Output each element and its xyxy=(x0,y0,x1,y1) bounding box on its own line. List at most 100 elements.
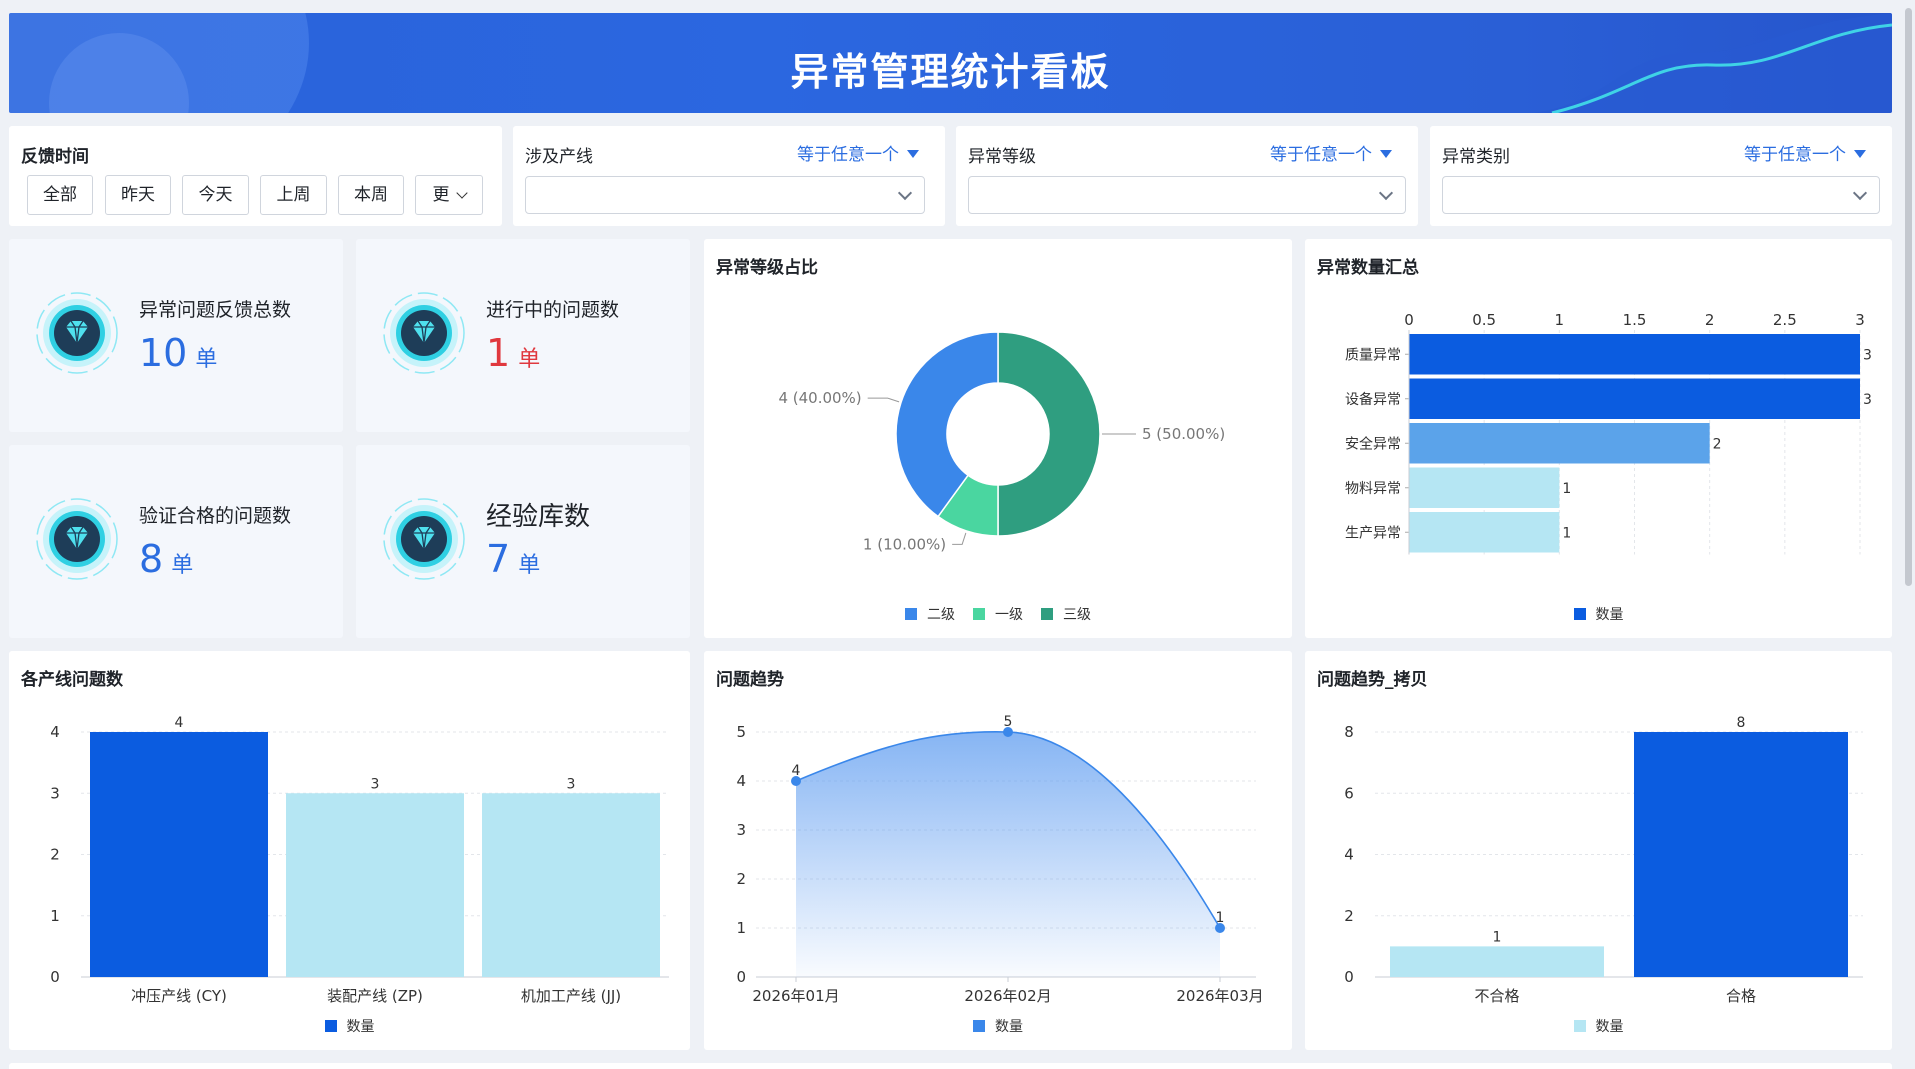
bar xyxy=(1390,946,1604,977)
x-category-label: 2026年02月 xyxy=(964,987,1051,1005)
legend-swatch xyxy=(1573,1020,1586,1032)
legend-item[interactable]: 三级 xyxy=(1041,604,1091,624)
bar-value-label: 1 xyxy=(1562,525,1571,541)
y-tick-label: 2 xyxy=(1344,907,1354,925)
legend-label: 数量 xyxy=(1595,1019,1624,1035)
chart-card-line-issues: 各产线问题数 0 1 2 3 4 4 冲压产线 (CY) 3 装配产线 (ZP) 3 机加工产线 (… xyxy=(9,651,690,1050)
x-category-label: 装配产线 (ZP) xyxy=(327,987,423,1005)
filter-feedback-time: 反馈时间 全部 昨天 今天 上周 本周 更 xyxy=(9,126,502,226)
filter-operator-dropdown[interactable]: 等于任意一个 xyxy=(797,140,919,165)
x-category-label: 2026年03月 xyxy=(1176,987,1263,1005)
y-category-label: 设备异常 xyxy=(1345,391,1401,408)
chart-card-level-ratio: 异常等级占比 5 (50.00%) 4 (40.00%) 1 (10.00%) 二级… xyxy=(704,239,1292,638)
legend-label: 数量 xyxy=(1595,607,1624,623)
bar xyxy=(90,732,268,977)
pie-label: 5 (50.00%) xyxy=(1142,425,1225,443)
exception-category-select[interactable] xyxy=(1442,176,1880,214)
filter-production-line: 涉及产线 等于任意一个 xyxy=(513,126,945,226)
legend-label: 数量 xyxy=(995,1019,1023,1035)
legend-item[interactable]: 数量 xyxy=(1573,1016,1624,1036)
legend-item[interactable]: 数量 xyxy=(973,1016,1023,1036)
page-scrollbar[interactable] xyxy=(1905,8,1912,586)
category-bar-chart: 0 0.5 1 1.5 2 2.5 3 质量异常 3 设备异常 3 安全异常 2 物料异常 1 生产异常 1 xyxy=(1345,311,1872,555)
time-all-button[interactable]: 全部 xyxy=(27,175,93,215)
legend-swatch xyxy=(973,608,985,620)
chart-legend: 数量 xyxy=(1305,604,1892,624)
bar xyxy=(1409,512,1560,553)
legend-label: 二级 xyxy=(927,607,955,623)
x-tick-label: 3 xyxy=(1855,311,1865,329)
chart-legend: 数量 xyxy=(9,1016,690,1036)
trend-copy-bar-chart: 0 2 4 6 8 1 不合格 8 合格 xyxy=(1344,715,1863,1005)
x-tick-label: 1 xyxy=(1555,311,1565,329)
kpi-knowledge-base: 经验库数 7单 xyxy=(356,445,690,638)
bar-value-label: 1 xyxy=(1493,929,1502,945)
filter-operator-dropdown[interactable]: 等于任意一个 xyxy=(1270,140,1392,165)
filter-label: 反馈时间 xyxy=(21,147,89,167)
bar xyxy=(286,793,464,977)
diamond-icon xyxy=(36,498,118,580)
pie-slice xyxy=(997,331,1101,537)
y-category-label: 生产异常 xyxy=(1345,525,1401,541)
more-label: 更 xyxy=(432,185,450,205)
legend-item[interactable]: 一级 xyxy=(973,604,1023,624)
filter-label: 异常等级 xyxy=(968,147,1036,167)
time-last-week-button[interactable]: 上周 xyxy=(260,175,327,215)
y-category-label: 物料异常 xyxy=(1345,481,1401,497)
y-tick-label: 8 xyxy=(1344,723,1354,741)
chart-legend: 二级 一级 三级 xyxy=(704,604,1292,624)
y-tick-label: 4 xyxy=(736,772,746,790)
diamond-icon xyxy=(383,292,465,374)
chart-card-trend-copy: 问题趋势_拷贝 0 2 4 6 8 1 不合格 8 合格 数量 xyxy=(1305,651,1892,1050)
y-tick-label: 2 xyxy=(50,846,60,864)
legend-item[interactable]: 数量 xyxy=(324,1016,375,1036)
kpi-label: 经验库数 xyxy=(486,502,591,532)
y-tick-label: 5 xyxy=(736,723,746,741)
time-more-dropdown[interactable]: 更 xyxy=(415,175,483,215)
next-row-card xyxy=(9,1063,1892,1069)
bar-value-label: 3 xyxy=(1863,347,1872,363)
kpi-value: 7单 xyxy=(486,537,541,581)
chevron-down-icon xyxy=(1378,185,1394,201)
legend-swatch xyxy=(1573,608,1586,620)
bar-value-label: 8 xyxy=(1737,715,1746,731)
caret-down-icon xyxy=(1380,149,1392,158)
kpi-in-progress: 进行中的问题数 1单 xyxy=(356,239,690,432)
time-today-button[interactable]: 今天 xyxy=(182,175,249,215)
legend-item[interactable]: 二级 xyxy=(905,604,955,624)
legend-swatch xyxy=(973,1020,985,1032)
filter-operator-dropdown[interactable]: 等于任意一个 xyxy=(1744,140,1866,165)
caret-down-icon xyxy=(1854,149,1866,158)
time-this-week-button[interactable]: 本周 xyxy=(338,175,404,215)
y-category-label: 质量异常 xyxy=(1345,347,1401,363)
dashboard-header: 异常管理统计看板 xyxy=(9,13,1892,113)
kpi-value: 8单 xyxy=(139,537,194,581)
chart-legend: 数量 xyxy=(704,1016,1292,1036)
diamond-icon xyxy=(383,498,465,580)
time-yesterday-button[interactable]: 昨天 xyxy=(105,175,171,215)
y-tick-label: 3 xyxy=(50,784,60,802)
point-value-label: 5 xyxy=(1004,714,1013,730)
filter-label: 异常类别 xyxy=(1442,147,1510,167)
exception-level-select[interactable] xyxy=(968,176,1406,214)
pie-label-line xyxy=(952,532,967,545)
legend-item[interactable]: 数量 xyxy=(1573,604,1624,624)
x-tick-label: 0 xyxy=(1404,311,1414,329)
kpi-value: 10 单 xyxy=(139,331,218,375)
kpi-label: 验证合格的问题数 xyxy=(139,505,292,527)
legend-label: 一级 xyxy=(995,607,1023,623)
kpi-verified-passed: 验证合格的问题数 8单 xyxy=(9,445,343,638)
y-tick-label: 2 xyxy=(736,870,746,888)
pie-label: 1 (10.00%) xyxy=(863,535,946,553)
page-title: 异常管理统计看板 xyxy=(790,50,1111,94)
production-line-select[interactable] xyxy=(525,176,925,214)
y-tick-label: 0 xyxy=(50,968,60,986)
y-tick-label: 3 xyxy=(736,821,746,839)
y-tick-label: 1 xyxy=(50,907,60,925)
bar-value-label: 3 xyxy=(1863,392,1872,408)
kpi-value: 1单 xyxy=(486,331,541,375)
level-pie-chart: 5 (50.00%) 4 (40.00%) 1 (10.00%) xyxy=(778,331,1225,553)
y-tick-label: 0 xyxy=(1344,968,1354,986)
x-category-label: 2026年01月 xyxy=(752,987,839,1005)
bar xyxy=(1409,334,1860,375)
